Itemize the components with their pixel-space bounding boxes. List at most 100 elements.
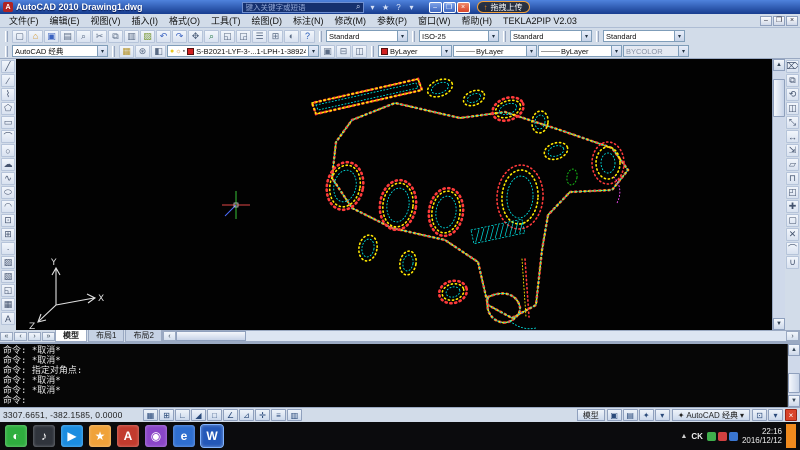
modify-tool-icon[interactable]: ⧉ xyxy=(786,74,799,87)
toolbar-icon[interactable]: ▢ xyxy=(12,30,27,43)
toolbar-icon[interactable]: ☰ xyxy=(252,30,267,43)
draw-tool-icon[interactable]: ⬠ xyxy=(1,102,15,115)
scroll-track[interactable] xyxy=(246,331,786,341)
multileader-style-combo[interactable]: Standard ▾ xyxy=(603,30,685,42)
command-scrollbar[interactable]: ▲ ▼ xyxy=(787,344,800,407)
modify-tool-icon[interactable]: ◰ xyxy=(786,186,799,199)
infocenter-icon[interactable]: ▾ xyxy=(406,3,418,12)
status-toggle-button[interactable]: ≡ xyxy=(271,409,286,421)
menu-item[interactable]: 修改(M) xyxy=(330,14,372,27)
upload-overlay-button[interactable]: ↑ 拖拽上传 xyxy=(477,1,530,13)
draw-tool-icon[interactable]: ○ xyxy=(1,144,15,157)
canvas-horizontal-scrollbar[interactable]: ‹ › xyxy=(162,330,800,342)
layout-tab[interactable]: 布局1 xyxy=(88,330,124,342)
toolbar-icon[interactable]: ↷ xyxy=(172,30,187,43)
search-icon[interactable]: ⌕ xyxy=(356,2,362,12)
scroll-down-icon[interactable]: ▼ xyxy=(788,395,800,407)
toolbar-icon[interactable]: ✂ xyxy=(92,30,107,43)
draw-tool-icon[interactable]: ▨ xyxy=(1,256,15,269)
status-toggle-button[interactable]: ⊞ xyxy=(159,409,174,421)
chevron-down-icon[interactable]: ▾ xyxy=(581,31,591,41)
status-icon-button[interactable]: ▤ xyxy=(623,409,638,421)
chevron-down-icon[interactable]: ▾ xyxy=(611,46,621,56)
menu-item[interactable]: 视图(V) xyxy=(86,14,126,27)
infocenter-icon[interactable]: ★ xyxy=(380,3,392,12)
modify-tool-icon[interactable]: ⟲ xyxy=(786,88,799,101)
cleanscreen-close-button[interactable]: × xyxy=(785,409,797,421)
tray-expand-icon[interactable]: ▲ xyxy=(680,433,687,440)
status-icon-button[interactable]: ▣ xyxy=(607,409,622,421)
taskbar-app-icon[interactable]: A xyxy=(117,425,139,447)
command-window[interactable]: 命令: *取消*命令: *取消*命令: 指定对角点:命令: *取消*命令: *取… xyxy=(0,342,800,407)
toolbar-icon[interactable]: ◲ xyxy=(236,30,251,43)
toolbar-grip[interactable] xyxy=(319,31,322,42)
layout-tab[interactable]: 布局2 xyxy=(125,330,161,342)
tab-nav-button[interactable]: » xyxy=(42,332,55,341)
toolbar-grip[interactable] xyxy=(596,31,599,42)
draw-tool-icon[interactable]: ∿ xyxy=(1,172,15,185)
status-icon-button[interactable]: ▾ xyxy=(655,409,670,421)
modify-tool-icon[interactable]: ⤡ xyxy=(786,116,799,129)
tab-nav-button[interactable]: « xyxy=(0,332,13,341)
layer-state-icon[interactable]: ▣ xyxy=(320,45,335,58)
status-toggle-button[interactable]: ▦ xyxy=(143,409,158,421)
infocenter-icon[interactable]: ▾ xyxy=(367,3,379,12)
toolbar-grip[interactable] xyxy=(371,46,374,57)
show-desktop-button[interactable] xyxy=(786,424,796,448)
scroll-left-icon[interactable]: ‹ xyxy=(163,331,176,341)
toolbar-icon[interactable]: ↶ xyxy=(156,30,171,43)
scroll-down-icon[interactable]: ▼ xyxy=(773,318,785,330)
model-space-button[interactable]: 模型 xyxy=(577,409,605,421)
menu-item[interactable]: 帮助(H) xyxy=(457,14,498,27)
toolbar-icon[interactable]: ⌕ xyxy=(76,30,91,43)
scroll-track[interactable] xyxy=(788,356,800,395)
toolbar-icon[interactable]: ⌂ xyxy=(28,30,43,43)
tab-nav-button[interactable]: › xyxy=(28,332,41,341)
modify-tool-icon[interactable]: ∪ xyxy=(786,256,799,269)
tray-app-icon[interactable] xyxy=(718,432,727,441)
layer-tool-icon[interactable]: ◧ xyxy=(151,45,166,58)
layer-status-icon[interactable]: ▪ xyxy=(183,48,185,55)
draw-tool-icon[interactable]: ⊡ xyxy=(1,214,15,227)
draw-tool-icon[interactable]: ▧ xyxy=(1,270,15,283)
modify-tool-icon[interactable]: ✕ xyxy=(786,228,799,241)
draw-tool-icon[interactable]: ◱ xyxy=(1,284,15,297)
layout-tab[interactable]: 模型 xyxy=(55,330,87,342)
layer-status-icon[interactable]: ● xyxy=(170,48,174,55)
draw-tool-icon[interactable]: ▭ xyxy=(1,116,15,129)
modify-tool-icon[interactable]: ⌦ xyxy=(786,60,799,73)
status-toggle-button[interactable]: ◢ xyxy=(191,409,206,421)
layer-status-icon[interactable]: ☼ xyxy=(175,48,181,55)
color-combo[interactable]: ByLayer ▾ xyxy=(378,45,452,57)
modify-tool-icon[interactable]: ◫ xyxy=(786,102,799,115)
maximize-button[interactable]: ❐ xyxy=(443,2,456,13)
drawing-canvas[interactable]: Y X Z xyxy=(16,59,772,330)
menu-item[interactable]: 格式(O) xyxy=(164,14,205,27)
chevron-down-icon[interactable]: ▾ xyxy=(308,46,318,56)
draw-tool-icon[interactable]: ∕ xyxy=(1,74,15,87)
infocenter-icon[interactable]: ? xyxy=(393,3,405,12)
toolbar-icon[interactable]: ▨ xyxy=(140,30,155,43)
layer-tool-icon[interactable]: ⊛ xyxy=(135,45,150,58)
tray-app-icon[interactable] xyxy=(729,432,738,441)
menu-item[interactable]: TEKLA2PIP V2.03 xyxy=(498,16,582,26)
menu-item[interactable]: 工具(T) xyxy=(206,14,246,27)
draw-tool-icon[interactable]: ╱ xyxy=(1,60,15,73)
menu-item[interactable]: 插入(I) xyxy=(127,14,164,27)
search-input[interactable] xyxy=(243,3,357,12)
toolbar-icon[interactable]: ✥ xyxy=(188,30,203,43)
toolbar-grip[interactable] xyxy=(503,31,506,42)
layer-tool-icon[interactable]: ▦ xyxy=(119,45,134,58)
linetype-combo[interactable]: ——— ByLayer ▾ xyxy=(453,45,537,57)
tray-app-icon[interactable] xyxy=(707,432,716,441)
draw-tool-icon[interactable]: ◠ xyxy=(1,200,15,213)
scroll-right-icon[interactable]: › xyxy=(786,331,799,341)
menu-item[interactable]: 文件(F) xyxy=(4,14,44,27)
draw-tool-icon[interactable]: ∙ xyxy=(1,242,15,255)
minimize-button[interactable]: – xyxy=(429,2,442,13)
taskbar-app-icon[interactable]: ★ xyxy=(89,425,111,447)
table-style-combo[interactable]: Standard ▾ xyxy=(510,30,592,42)
modify-tool-icon[interactable]: ⇲ xyxy=(786,144,799,157)
toolbar-icon[interactable]: ▣ xyxy=(44,30,59,43)
status-toggle-button[interactable]: ✛ xyxy=(255,409,270,421)
